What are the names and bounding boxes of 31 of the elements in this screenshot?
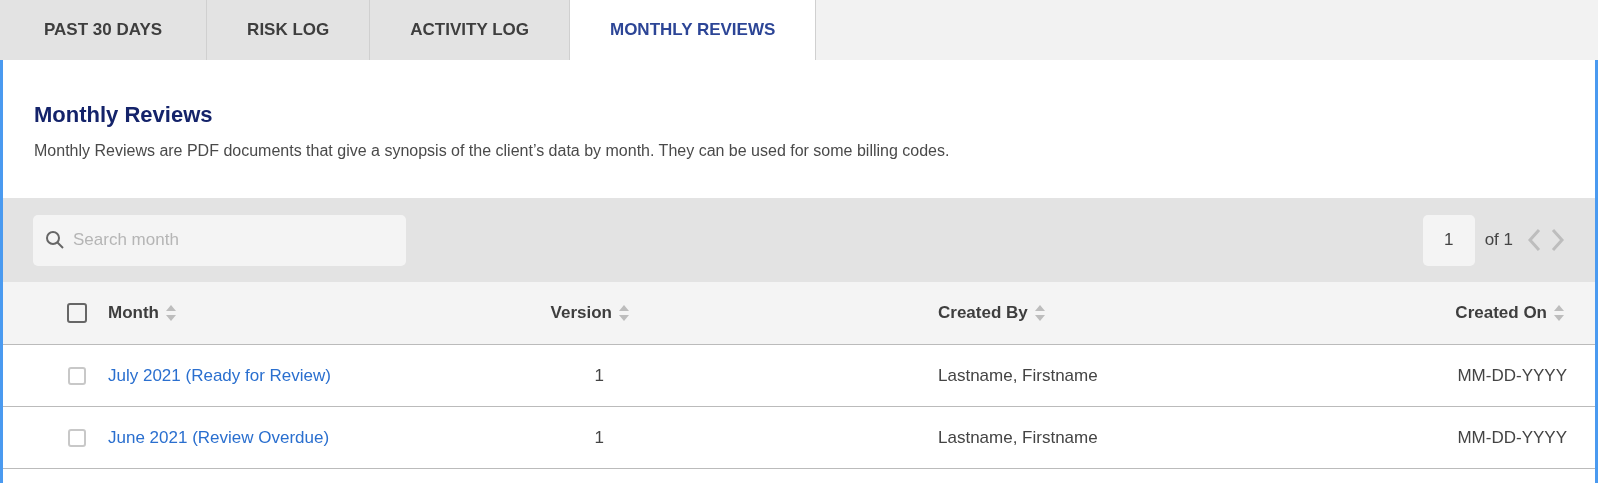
sort-icon[interactable] bbox=[618, 303, 630, 323]
search-field[interactable]: Search month bbox=[33, 214, 406, 266]
table-cell: 1 bbox=[594, 365, 604, 386]
column-header[interactable]: Version bbox=[550, 303, 612, 323]
sort-icon[interactable] bbox=[165, 303, 177, 323]
search-icon bbox=[45, 229, 65, 250]
section-title: Monthly Reviews bbox=[34, 102, 214, 128]
column-header[interactable]: Created By bbox=[938, 303, 1028, 323]
sort-icon[interactable] bbox=[1553, 303, 1565, 323]
table-cell: 1 bbox=[594, 427, 604, 448]
column-header[interactable]: Month bbox=[108, 303, 159, 323]
table-cell: MM-DD-YYYY bbox=[1457, 365, 1567, 386]
page-count: of 1 bbox=[1484, 230, 1513, 250]
column-header[interactable]: Created On bbox=[1455, 303, 1547, 323]
row-checkbox[interactable] bbox=[68, 366, 86, 385]
row-checkbox[interactable] bbox=[68, 428, 86, 447]
tab[interactable]: MONTHLY REVIEWS bbox=[570, 0, 817, 60]
review-link[interactable]: June 2021 (Review Overdue) bbox=[108, 427, 330, 448]
table-cell: MM-DD-YYYY bbox=[1457, 427, 1567, 448]
previous-page-button[interactable] bbox=[1527, 228, 1541, 252]
page-number-field[interactable]: 1 bbox=[1422, 214, 1475, 266]
select-all-checkbox[interactable] bbox=[67, 303, 87, 323]
sort-icon[interactable] bbox=[1033, 303, 1046, 323]
review-link[interactable]: July 2021 (Ready for Review) bbox=[108, 365, 331, 386]
tab[interactable]: RISK LOG bbox=[207, 0, 371, 60]
section-description: Monthly Reviews are PDF documents that give a synopsis of the client’s data by month. They can be used for some billing codes. bbox=[34, 142, 951, 160]
table-cell: Lastname, Firstname bbox=[938, 365, 1098, 386]
tab[interactable]: PAST 30 DAYS bbox=[0, 0, 208, 60]
next-page-button[interactable] bbox=[1551, 228, 1565, 252]
tab[interactable]: ACTIVITY LOG bbox=[370, 0, 570, 60]
table-cell: Lastname, Firstname bbox=[938, 427, 1098, 448]
